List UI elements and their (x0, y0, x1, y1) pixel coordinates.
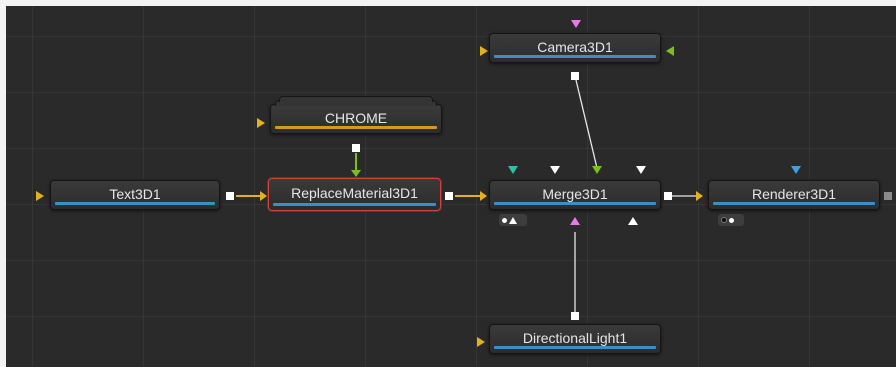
merge-input-up-icon[interactable] (628, 217, 638, 225)
node-label: CHROME (324, 110, 388, 126)
merge-input-teal-icon[interactable] (508, 166, 518, 174)
node-replacematerial3d1[interactable]: ReplaceMaterial3D1 (268, 178, 441, 211)
text3d-output-square-icon[interactable] (226, 192, 234, 200)
light-input-left-icon[interactable] (477, 337, 485, 347)
node-status-bar (713, 202, 875, 205)
view-dot-icon (502, 217, 507, 223)
wire-arrow-icon (260, 191, 267, 201)
node-status-bar (494, 55, 656, 58)
node-text3d1[interactable]: Text3D1 (50, 180, 220, 210)
node-editor-canvas[interactable]: Camera3D1 CHROME Text3D1 ReplaceMaterial… (6, 6, 896, 367)
wire-arrow-icon (696, 191, 703, 201)
merge-input-down-icon[interactable] (636, 166, 646, 174)
text3d-input-left-icon[interactable] (36, 191, 44, 201)
node-status-bar (273, 203, 436, 206)
node-status-bar (494, 202, 656, 205)
merge-input-green-icon[interactable] (592, 166, 602, 174)
camera-input-top-icon[interactable] (571, 20, 581, 28)
merge-output-square-icon[interactable] (664, 192, 672, 200)
camera-output-square-icon[interactable] (571, 72, 579, 80)
camera-input-left-icon[interactable] (480, 46, 488, 56)
node-label: ReplaceMaterial3D1 (291, 185, 418, 201)
camera-input-right-icon[interactable] (666, 46, 674, 56)
renderer-output-square-icon[interactable] (884, 192, 892, 200)
node-status-bar (55, 202, 215, 205)
node-renderer3d1[interactable]: Renderer3D1 (708, 180, 880, 210)
node-status-bar (275, 126, 437, 129)
chrome-input-left-icon[interactable] (257, 118, 265, 128)
replacematerial-output-square-icon[interactable] (445, 192, 453, 200)
node-camera3d1[interactable]: Camera3D1 (489, 33, 661, 63)
merge-input-magenta-icon[interactable] (570, 217, 580, 225)
node-label: DirectionalLight1 (522, 330, 628, 346)
view-dot-icon (721, 217, 727, 223)
node-label: Camera3D1 (537, 39, 613, 55)
chrome-output-square-icon[interactable] (352, 144, 360, 152)
node-label: Merge3D1 (542, 186, 608, 202)
node-status-bar (494, 346, 656, 349)
node-label: Text3D1 (109, 186, 161, 202)
node-directionallight1[interactable]: DirectionalLight1 (489, 324, 661, 354)
node-chrome[interactable]: CHROME (270, 96, 442, 134)
wire-camera-to-merge (575, 79, 598, 169)
view-dot-icon (729, 217, 734, 223)
renderer-input-top-icon[interactable] (791, 166, 801, 174)
renderer-view-indicator[interactable] (718, 214, 744, 226)
node-merge3d1[interactable]: Merge3D1 (489, 180, 661, 210)
wire-arrow-icon (351, 170, 361, 177)
merge-input-down-icon[interactable] (550, 166, 560, 174)
view-up-icon (509, 216, 517, 224)
merge-view-indicator[interactable] (499, 214, 527, 226)
node-label: Renderer3D1 (751, 186, 837, 202)
light-output-square-icon[interactable] (571, 312, 579, 320)
wire-arrow-icon (480, 191, 487, 201)
